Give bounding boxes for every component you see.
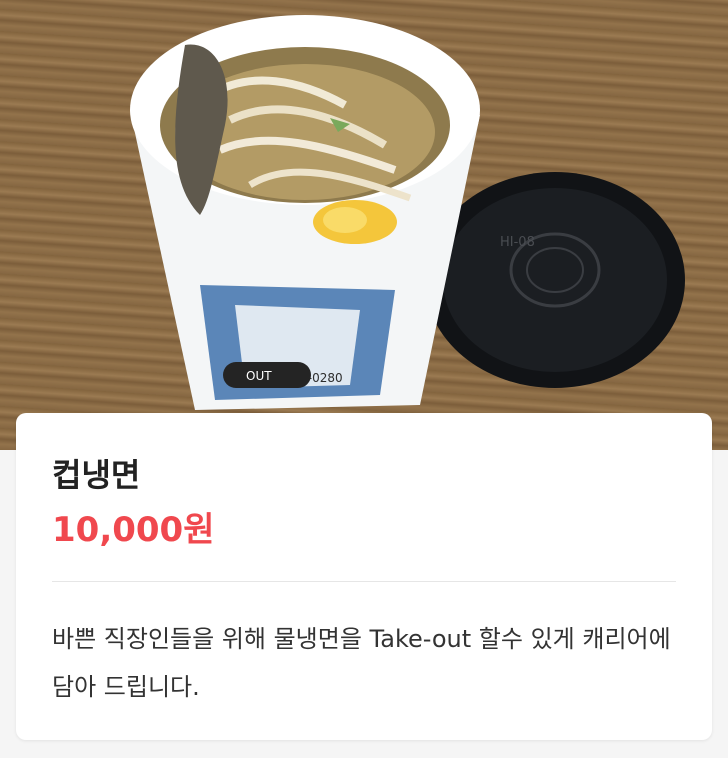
product-title: 컵냉면 xyxy=(52,456,141,494)
product-card: 컵냉면 10,000원 바쁜 직장인들을 위해 물냉면을 Take-out 할수… xyxy=(16,413,712,740)
lid-text: HI-08 xyxy=(500,235,535,250)
product-price: 10,000원 xyxy=(52,510,215,550)
divider xyxy=(52,581,676,582)
cup-bottom-text: OUT xyxy=(246,369,272,383)
product-image: HI-08 021508-0280 OUT xyxy=(0,0,728,450)
product-description: 바쁜 직장인들을 위해 물냉면을 Take-out 할수 있게 캐리어에 담아 … xyxy=(52,625,671,701)
product-page: HI-08 021508-0280 OUT xyxy=(0,0,728,758)
cold-noodle-cup-photo: HI-08 021508-0280 OUT xyxy=(0,0,728,450)
